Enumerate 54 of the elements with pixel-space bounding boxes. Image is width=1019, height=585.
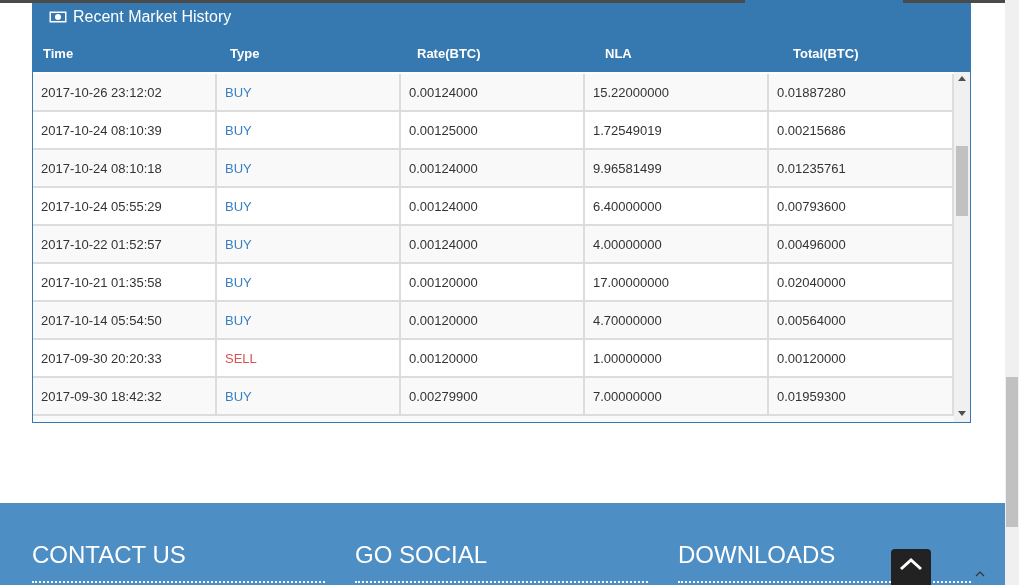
footer-heading: GO SOCIAL — [355, 541, 648, 583]
column-header: Rate(BTC) — [416, 45, 482, 61]
chevron-up-icon — [899, 557, 923, 571]
table-cell: 2017-10-21 01:35:58 — [33, 264, 217, 300]
table-cell: 2017-09-30 18:42:32 — [33, 378, 217, 414]
table-cell: BUY — [217, 302, 401, 338]
table-cell: 4.70000000 — [585, 302, 769, 338]
footer-heading: CONTACT US — [32, 541, 325, 583]
table-scrollbar[interactable] — [954, 72, 970, 422]
column-header: Type — [229, 45, 261, 61]
table-cell: SELL — [217, 340, 401, 376]
table-cell: 0.00124000 — [401, 226, 585, 262]
table-cell: 1.00000000 — [585, 340, 769, 376]
table-cell: 0.00124000 — [401, 150, 585, 186]
table-cell: 1.72549019 — [585, 112, 769, 148]
table-cell: 0.00124000 — [401, 188, 585, 224]
table-cell: 2017-09-30 20:20:33 — [33, 340, 217, 376]
scroll-down-icon[interactable] — [958, 411, 966, 416]
table-cell: 4.00000000 — [585, 226, 769, 262]
scroll-up-icon[interactable] — [958, 76, 966, 81]
table-cell: 0.00279900 — [401, 378, 585, 414]
table-cell: 2017-10-24 08:10:18 — [33, 150, 217, 186]
table-cell: BUY — [217, 188, 401, 224]
banknote-icon — [49, 11, 67, 23]
column-header: Time — [42, 45, 75, 61]
back-to-top-button[interactable] — [891, 549, 931, 585]
table-cell: 0.00120000 — [401, 340, 585, 376]
table-cell: 6.40000000 — [585, 188, 769, 224]
table-cell: 9.96581499 — [585, 150, 769, 186]
table-cell: 0.00120000 — [401, 302, 585, 338]
table-cell: 2017-10-22 01:52:57 — [33, 226, 217, 262]
scrollbar-thumb[interactable] — [1006, 377, 1018, 527]
scrollbar-thumb[interactable] — [956, 146, 968, 216]
table-cell: 2017-10-24 05:55:29 — [33, 188, 217, 224]
column-header: NLA — [604, 45, 633, 61]
table-cell: 2017-10-14 05:54:50 — [33, 302, 217, 338]
table-cell: 0.00125000 — [401, 112, 585, 148]
table-cell: 17.00000000 — [585, 264, 769, 300]
page-scrollbar[interactable] — [1005, 0, 1019, 585]
column-header: Total(BTC) — [792, 45, 860, 61]
table-cell: 7.00000000 — [585, 378, 769, 414]
table-cell: BUY — [217, 150, 401, 186]
panel-title: Recent Market History — [73, 8, 232, 26]
table-cell: BUY — [217, 74, 401, 110]
table-cell: 2017-10-24 08:10:39 — [33, 112, 217, 148]
table-cell: BUY — [217, 226, 401, 262]
table-cell: BUY — [217, 112, 401, 148]
table-cell: BUY — [217, 378, 401, 414]
table-cell: 0.00124000 — [401, 74, 585, 110]
chevron-up-icon[interactable] — [975, 571, 985, 577]
table-cell: 15.22000000 — [585, 74, 769, 110]
table-cell: BUY — [217, 264, 401, 300]
table-cell: 0.00120000 — [401, 264, 585, 300]
table-cell: 2017-10-26 23:12:02 — [33, 74, 217, 110]
